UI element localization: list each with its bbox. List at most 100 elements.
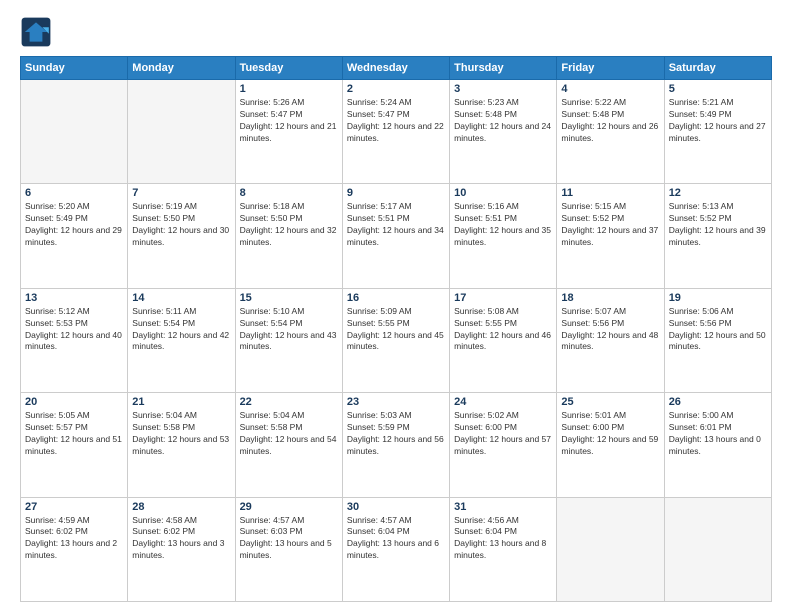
day-number: 23 xyxy=(347,396,445,408)
logo xyxy=(20,16,56,48)
calendar-cell: 30 Sunrise: 4:57 AMSunset: 6:04 PMDayligh… xyxy=(342,497,449,601)
day-number: 5 xyxy=(669,83,767,95)
logo-icon xyxy=(20,16,52,48)
day-info: Sunrise: 5:04 AMSunset: 5:58 PMDaylight:… xyxy=(240,410,338,458)
header xyxy=(20,16,772,48)
day-number: 8 xyxy=(240,187,338,199)
day-info: Sunrise: 5:24 AMSunset: 5:47 PMDaylight:… xyxy=(347,97,445,145)
day-info: Sunrise: 5:26 AMSunset: 5:47 PMDaylight:… xyxy=(240,97,338,145)
calendar-cell xyxy=(557,497,664,601)
calendar-cell: 17 Sunrise: 5:08 AMSunset: 5:55 PMDayligh… xyxy=(450,288,557,392)
day-info: Sunrise: 4:57 AMSunset: 6:04 PMDaylight:… xyxy=(347,515,445,563)
day-info: Sunrise: 5:12 AMSunset: 5:53 PMDaylight:… xyxy=(25,306,123,354)
calendar-cell: 11 Sunrise: 5:15 AMSunset: 5:52 PMDayligh… xyxy=(557,184,664,288)
day-number: 26 xyxy=(669,396,767,408)
weekday-header-monday: Monday xyxy=(128,57,235,80)
weekday-header-saturday: Saturday xyxy=(664,57,771,80)
calendar-cell xyxy=(128,80,235,184)
day-info: Sunrise: 5:15 AMSunset: 5:52 PMDaylight:… xyxy=(561,201,659,249)
calendar-cell: 20 Sunrise: 5:05 AMSunset: 5:57 PMDayligh… xyxy=(21,393,128,497)
calendar-cell: 3Sunrise: 5:23 AMSunset: 5:48 PMDaylight… xyxy=(450,80,557,184)
day-number: 22 xyxy=(240,396,338,408)
day-info: Sunrise: 5:23 AMSunset: 5:48 PMDaylight:… xyxy=(454,97,552,145)
day-info: Sunrise: 5:09 AMSunset: 5:55 PMDaylight:… xyxy=(347,306,445,354)
day-number: 21 xyxy=(132,396,230,408)
calendar-cell: 6 Sunrise: 5:20 AMSunset: 5:49 PMDaylight… xyxy=(21,184,128,288)
day-info: Sunrise: 5:16 AMSunset: 5:51 PMDaylight:… xyxy=(454,201,552,249)
calendar-cell: 9 Sunrise: 5:17 AMSunset: 5:51 PMDaylight… xyxy=(342,184,449,288)
week-row-2: 6 Sunrise: 5:20 AMSunset: 5:49 PMDaylight… xyxy=(21,184,772,288)
day-info: Sunrise: 4:59 AMSunset: 6:02 PMDaylight:… xyxy=(25,515,123,563)
calendar-cell xyxy=(664,497,771,601)
day-info: Sunrise: 5:01 AMSunset: 6:00 PMDaylight:… xyxy=(561,410,659,458)
day-number: 29 xyxy=(240,501,338,513)
calendar-cell: 23Sunrise: 5:03 AMSunset: 5:59 PMDayligh… xyxy=(342,393,449,497)
day-number: 11 xyxy=(561,187,659,199)
day-info: Sunrise: 5:13 AMSunset: 5:52 PMDaylight:… xyxy=(669,201,767,249)
day-info: Sunrise: 5:05 AMSunset: 5:57 PMDaylight:… xyxy=(25,410,123,458)
day-number: 27 xyxy=(25,501,123,513)
calendar-cell: 7 Sunrise: 5:19 AMSunset: 5:50 PMDaylight… xyxy=(128,184,235,288)
weekday-header-friday: Friday xyxy=(557,57,664,80)
calendar-cell: 4 Sunrise: 5:22 AMSunset: 5:48 PMDaylight… xyxy=(557,80,664,184)
day-info: Sunrise: 5:08 AMSunset: 5:55 PMDaylight:… xyxy=(454,306,552,354)
weekday-header-tuesday: Tuesday xyxy=(235,57,342,80)
calendar-cell: 18 Sunrise: 5:07 AMSunset: 5:56 PMDayligh… xyxy=(557,288,664,392)
day-number: 28 xyxy=(132,501,230,513)
calendar-cell: 24Sunrise: 5:02 AMSunset: 6:00 PMDayligh… xyxy=(450,393,557,497)
day-number: 15 xyxy=(240,292,338,304)
page: SundayMondayTuesdayWednesdayThursdayFrid… xyxy=(0,0,792,612)
day-info: Sunrise: 5:00 AMSunset: 6:01 PMDaylight:… xyxy=(669,410,767,458)
day-info: Sunrise: 4:58 AMSunset: 6:02 PMDaylight:… xyxy=(132,515,230,563)
calendar-table: SundayMondayTuesdayWednesdayThursdayFrid… xyxy=(20,56,772,602)
day-info: Sunrise: 5:18 AMSunset: 5:50 PMDaylight:… xyxy=(240,201,338,249)
day-number: 19 xyxy=(669,292,767,304)
day-info: Sunrise: 4:57 AMSunset: 6:03 PMDaylight:… xyxy=(240,515,338,563)
calendar-cell: 29 Sunrise: 4:57 AMSunset: 6:03 PMDayligh… xyxy=(235,497,342,601)
day-number: 6 xyxy=(25,187,123,199)
day-info: Sunrise: 5:10 AMSunset: 5:54 PMDaylight:… xyxy=(240,306,338,354)
day-info: Sunrise: 5:07 AMSunset: 5:56 PMDaylight:… xyxy=(561,306,659,354)
day-number: 9 xyxy=(347,187,445,199)
calendar-cell: 31Sunrise: 4:56 AMSunset: 6:04 PMDayligh… xyxy=(450,497,557,601)
weekday-header-sunday: Sunday xyxy=(21,57,128,80)
day-info: Sunrise: 5:11 AMSunset: 5:54 PMDaylight:… xyxy=(132,306,230,354)
day-number: 17 xyxy=(454,292,552,304)
day-number: 2 xyxy=(347,83,445,95)
day-number: 18 xyxy=(561,292,659,304)
calendar-cell xyxy=(21,80,128,184)
day-number: 14 xyxy=(132,292,230,304)
calendar-cell: 26 Sunrise: 5:00 AMSunset: 6:01 PMDayligh… xyxy=(664,393,771,497)
calendar-cell: 13 Sunrise: 5:12 AMSunset: 5:53 PMDayligh… xyxy=(21,288,128,392)
weekday-header-thursday: Thursday xyxy=(450,57,557,80)
day-info: Sunrise: 5:19 AMSunset: 5:50 PMDaylight:… xyxy=(132,201,230,249)
day-info: Sunrise: 5:04 AMSunset: 5:58 PMDaylight:… xyxy=(132,410,230,458)
calendar-cell: 27 Sunrise: 4:59 AMSunset: 6:02 PMDayligh… xyxy=(21,497,128,601)
weekday-header-wednesday: Wednesday xyxy=(342,57,449,80)
week-row-1: 1Sunrise: 5:26 AMSunset: 5:47 PMDaylight… xyxy=(21,80,772,184)
day-number: 20 xyxy=(25,396,123,408)
day-number: 25 xyxy=(561,396,659,408)
week-row-3: 13 Sunrise: 5:12 AMSunset: 5:53 PMDayligh… xyxy=(21,288,772,392)
day-number: 7 xyxy=(132,187,230,199)
day-number: 13 xyxy=(25,292,123,304)
calendar-cell: 15 Sunrise: 5:10 AMSunset: 5:54 PMDayligh… xyxy=(235,288,342,392)
calendar-cell: 19 Sunrise: 5:06 AMSunset: 5:56 PMDayligh… xyxy=(664,288,771,392)
calendar-cell: 21 Sunrise: 5:04 AMSunset: 5:58 PMDayligh… xyxy=(128,393,235,497)
day-number: 10 xyxy=(454,187,552,199)
calendar-cell: 12Sunrise: 5:13 AMSunset: 5:52 PMDayligh… xyxy=(664,184,771,288)
day-info: Sunrise: 5:17 AMSunset: 5:51 PMDaylight:… xyxy=(347,201,445,249)
day-info: Sunrise: 5:06 AMSunset: 5:56 PMDaylight:… xyxy=(669,306,767,354)
day-number: 4 xyxy=(561,83,659,95)
day-number: 16 xyxy=(347,292,445,304)
calendar-cell: 2 Sunrise: 5:24 AMSunset: 5:47 PMDaylight… xyxy=(342,80,449,184)
day-info: Sunrise: 4:56 AMSunset: 6:04 PMDaylight:… xyxy=(454,515,552,563)
day-info: Sunrise: 5:22 AMSunset: 5:48 PMDaylight:… xyxy=(561,97,659,145)
day-info: Sunrise: 5:20 AMSunset: 5:49 PMDaylight:… xyxy=(25,201,123,249)
day-number: 24 xyxy=(454,396,552,408)
calendar-cell: 22 Sunrise: 5:04 AMSunset: 5:58 PMDayligh… xyxy=(235,393,342,497)
day-number: 30 xyxy=(347,501,445,513)
calendar-cell: 16 Sunrise: 5:09 AMSunset: 5:55 PMDayligh… xyxy=(342,288,449,392)
day-info: Sunrise: 5:21 AMSunset: 5:49 PMDaylight:… xyxy=(669,97,767,145)
calendar-cell: 1Sunrise: 5:26 AMSunset: 5:47 PMDaylight… xyxy=(235,80,342,184)
